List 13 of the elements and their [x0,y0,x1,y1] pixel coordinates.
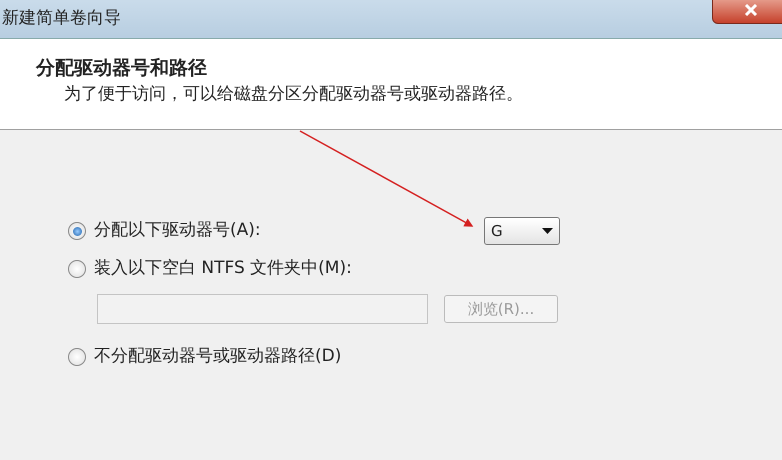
option-label: 分配以下驱动器号(A): [94,219,261,242]
close-button[interactable] [712,0,782,24]
window-title: 新建简单卷向导 [2,7,121,30]
radio-button[interactable] [68,260,86,278]
header-title: 分配驱动器号和路径 [36,57,208,80]
option-label: 不分配驱动器号或驱动器路径(D) [94,345,342,368]
header-subtitle: 为了便于访问，可以给磁盘分区分配驱动器号或驱动器路径。 [63,82,524,106]
drive-letter-dropdown[interactable]: G [484,217,560,245]
radio-button[interactable] [68,222,86,240]
option-label: 装入以下空白 NTFS 文件夹中(M): [94,257,352,280]
close-icon [744,4,758,16]
radio-button[interactable] [68,348,86,366]
caret-icon [542,228,553,234]
